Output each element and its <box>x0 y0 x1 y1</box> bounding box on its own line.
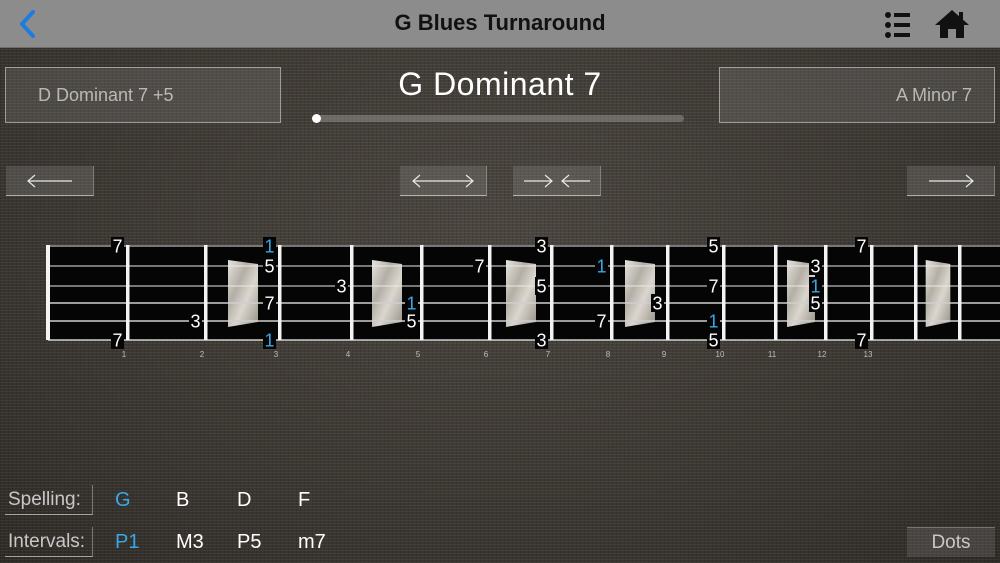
fret-number: 7 <box>546 350 551 359</box>
note-marker[interactable]: 5 <box>810 294 820 314</box>
fret-wire <box>870 245 874 340</box>
fret-wire <box>420 245 424 340</box>
fret-wire <box>204 245 208 340</box>
fret-inlay <box>228 260 258 327</box>
note-marker[interactable]: 7 <box>708 277 718 297</box>
fret-wire <box>610 245 614 340</box>
note-marker[interactable]: 7 <box>112 331 122 351</box>
spelling-note: B <box>176 489 190 511</box>
fretboard[interactable]: 1 2 3 4 5 6 7 8 9 10 11 12 13 7731157315735317357153… <box>0 236 1000 360</box>
fret-number: 11 <box>768 350 777 359</box>
shift-right-button[interactable] <box>907 166 995 196</box>
interval-item: m7 <box>298 531 326 553</box>
intervals-label: Intervals: <box>5 527 93 557</box>
arrows-expand-icon <box>412 174 474 187</box>
root-note-marker[interactable]: 1 <box>264 237 274 257</box>
fret-wire <box>914 245 918 340</box>
note-marker[interactable]: 7 <box>474 257 484 277</box>
fret-wire <box>774 245 778 340</box>
root-note-marker[interactable]: 1 <box>406 294 416 314</box>
fret-wire <box>488 245 492 340</box>
root-note-marker[interactable]: 1 <box>596 257 606 277</box>
spelling-note: F <box>298 489 311 511</box>
note-marker[interactable]: 7 <box>264 294 274 314</box>
note-marker[interactable]: 7 <box>856 237 866 257</box>
fret-wire <box>350 245 354 340</box>
interval-item: P5 <box>237 531 262 553</box>
fret-number: 9 <box>662 350 667 359</box>
arrows-contract-icon <box>523 174 590 187</box>
guitar-nut <box>46 245 50 340</box>
fret-inlay <box>372 260 402 327</box>
fret-number: 1 <box>122 350 127 359</box>
arrow-right-icon <box>928 174 974 187</box>
shift-left-button[interactable] <box>6 166 94 196</box>
fret-inlay <box>506 260 536 327</box>
root-note-marker[interactable]: 1 <box>264 331 274 351</box>
fret-wire <box>722 245 726 340</box>
progression-slider-thumb[interactable] <box>312 114 321 123</box>
root-note-marker[interactable]: 1 <box>708 312 718 332</box>
fret-number: 5 <box>416 350 421 359</box>
list-icon <box>885 12 910 38</box>
spelling-note: D <box>237 489 252 511</box>
note-marker[interactable]: 3 <box>810 257 820 277</box>
home-icon <box>935 10 969 38</box>
fret-wire <box>550 245 554 340</box>
fret-number: 12 <box>818 350 827 359</box>
fret-inlay <box>925 260 951 327</box>
dots-toggle-button[interactable]: Dots <box>907 527 995 557</box>
contract-range-button[interactable] <box>513 166 601 196</box>
note-marker[interactable]: 3 <box>652 294 662 314</box>
next-chord-button[interactable]: A Minor 7 <box>719 67 995 123</box>
fret-number: 10 <box>716 350 725 359</box>
fret-number: 8 <box>606 350 611 359</box>
navigation-bar: G Blues Turnaround <box>0 0 1000 48</box>
fret-wire <box>126 245 130 340</box>
fret-number: 2 <box>200 350 205 359</box>
previous-chord-button[interactable]: D Dominant 7 +5 <box>5 67 281 123</box>
fret-number: 3 <box>274 350 279 359</box>
spelling-label: Spelling: <box>5 485 93 515</box>
note-marker[interactable]: 5 <box>708 237 718 257</box>
fret-wire <box>666 245 670 340</box>
fret-wire <box>824 245 828 340</box>
note-marker[interactable]: 3 <box>336 277 346 297</box>
note-marker[interactable]: 7 <box>112 237 122 257</box>
fret-inlay <box>625 260 655 327</box>
current-chord-title: G Dominant 7 <box>398 66 602 102</box>
fret-number: 4 <box>346 350 351 359</box>
home-button[interactable] <box>934 8 970 40</box>
note-marker[interactable]: 3 <box>190 312 200 332</box>
fret-wire <box>958 245 962 340</box>
list-button[interactable] <box>884 10 912 40</box>
arrow-left-icon <box>26 174 72 187</box>
expand-range-button[interactable] <box>400 166 487 196</box>
note-marker[interactable]: 5 <box>406 312 416 332</box>
progression-slider[interactable] <box>312 114 684 123</box>
note-marker[interactable]: 7 <box>596 312 606 332</box>
interval-item: M3 <box>176 531 204 553</box>
interval-item: P1 <box>115 531 140 553</box>
spelling-note: G <box>115 489 131 511</box>
note-marker[interactable]: 3 <box>536 331 546 351</box>
fret-wire <box>278 245 282 340</box>
note-marker[interactable]: 3 <box>536 237 546 257</box>
page-title: G Blues Turnaround <box>394 10 606 35</box>
note-marker[interactable]: 5 <box>264 257 274 277</box>
fret-number: 13 <box>864 350 873 359</box>
note-marker[interactable]: 5 <box>708 331 718 351</box>
note-marker[interactable]: 5 <box>536 277 546 297</box>
note-marker[interactable]: 7 <box>856 331 866 351</box>
fret-number: 6 <box>484 350 489 359</box>
